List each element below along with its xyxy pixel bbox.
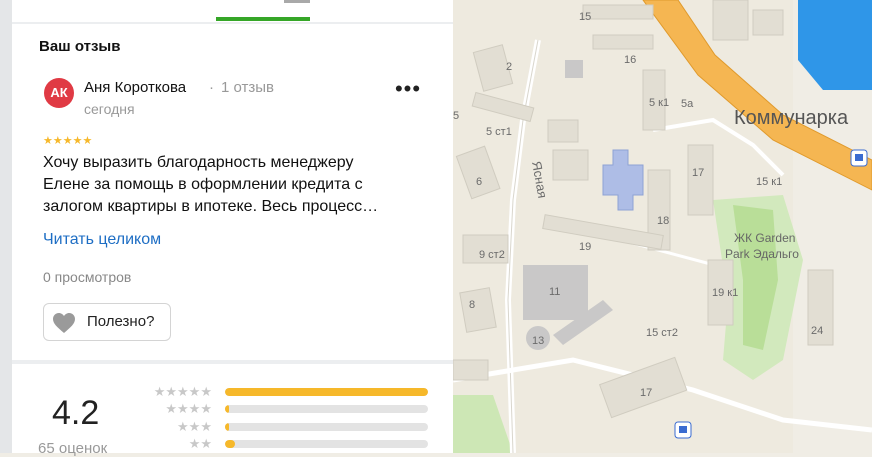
svg-text:8: 8 — [469, 299, 475, 311]
author-review-count: 1 отзыв — [221, 79, 275, 96]
rating-bar-2[interactable] — [225, 440, 428, 448]
author-name[interactable]: Аня Короткова — [84, 79, 186, 96]
more-options-button[interactable]: ••• — [394, 78, 422, 104]
review-date: сегодня — [84, 101, 135, 117]
views-count: 0 просмотров — [43, 269, 132, 285]
rating-bar-fill — [225, 440, 236, 448]
complex-label-1: ЖК Garden — [734, 231, 795, 245]
review-text-line: Хочу выразить благодарность менеджеру — [43, 154, 354, 171]
svg-text:11: 11 — [549, 286, 560, 298]
review-text-line: Елене за помощь в оформлении кредита с — [43, 176, 363, 193]
svg-text:18: 18 — [657, 215, 669, 227]
svg-text:17: 17 — [640, 387, 652, 399]
svg-text:19: 19 — [579, 241, 591, 253]
panel-edge — [0, 0, 12, 453]
rating-count: 65 оценок — [38, 440, 108, 457]
heart-icon — [53, 313, 75, 333]
rating-bar-5[interactable] — [225, 388, 428, 396]
rating-bar-fill — [225, 423, 230, 431]
rating-row-stars-3: ★★★ — [177, 419, 212, 434]
rating-row-stars-4: ★★★★ — [165, 401, 212, 416]
helpful-label: Полезно? — [87, 313, 155, 330]
helpful-button[interactable]: Полезно? — [43, 303, 171, 341]
review-text-line: залогом квартиры в ипотеке. Весь процесс… — [43, 198, 379, 215]
section-title: Ваш отзыв — [39, 38, 121, 55]
bus-stop-icon[interactable] — [674, 421, 692, 439]
map-view[interactable]: 15 16 2 5 к1 5а 5 5 ст1 17 6 15 к1 18 9 … — [453, 0, 872, 453]
rating-row-stars-2: ★★ — [188, 436, 212, 451]
complex-label-2: Park Эдальго — [725, 247, 799, 261]
author-separator: · — [209, 79, 214, 96]
svg-text:15: 15 — [579, 11, 591, 23]
rating-bar-fill — [225, 388, 428, 396]
rating-bar-4[interactable] — [225, 405, 428, 413]
svg-text:19 к1: 19 к1 — [712, 287, 738, 299]
map-canvas[interactable]: 15 16 2 5 к1 5а 5 5 ст1 17 6 15 к1 18 9 … — [453, 0, 872, 453]
tab-bar — [12, 0, 453, 22]
review-text: Хочу выразить благодарность менеджеру Ел… — [43, 152, 403, 218]
my-review-card: Ваш отзыв АК Аня Короткова · 1 отзыв сег… — [12, 24, 453, 360]
svg-text:17: 17 — [692, 167, 704, 179]
avatar[interactable]: АК — [44, 78, 74, 108]
rating-bar-3[interactable] — [225, 423, 428, 431]
svg-text:15 ст2: 15 ст2 — [646, 327, 678, 339]
read-more-link[interactable]: Читать целиком — [43, 231, 161, 249]
tab-active-indicator — [216, 17, 310, 21]
svg-text:5 к1: 5 к1 — [649, 97, 669, 109]
svg-text:5 ст1: 5 ст1 — [486, 126, 512, 138]
rating-value: 4.2 — [52, 394, 100, 432]
svg-text:13: 13 — [532, 335, 544, 347]
district-label: Коммунарка — [734, 107, 849, 129]
svg-text:5а: 5а — [681, 98, 694, 110]
rating-bar-fill — [225, 405, 230, 413]
bus-stop-icon[interactable] — [850, 149, 868, 167]
review-stars: ★★★★★ — [43, 135, 93, 147]
svg-text:24: 24 — [811, 325, 823, 337]
svg-text:9 ст2: 9 ст2 — [479, 249, 505, 261]
svg-text:16: 16 — [624, 54, 636, 66]
rating-row-stars-5: ★★★★★ — [153, 384, 212, 399]
rating-summary-card: 4.2 65 оценок ★★★★★ ★★★★ ★★★ ★★ — [12, 364, 453, 457]
svg-text:6: 6 — [476, 176, 482, 188]
svg-text:15 к1: 15 к1 — [756, 176, 782, 188]
tab-icon — [284, 0, 310, 3]
sidebar-panel: Ваш отзыв АК Аня Короткова · 1 отзыв сег… — [0, 0, 453, 457]
svg-text:2: 2 — [506, 61, 512, 73]
svg-text:5: 5 — [453, 110, 459, 122]
